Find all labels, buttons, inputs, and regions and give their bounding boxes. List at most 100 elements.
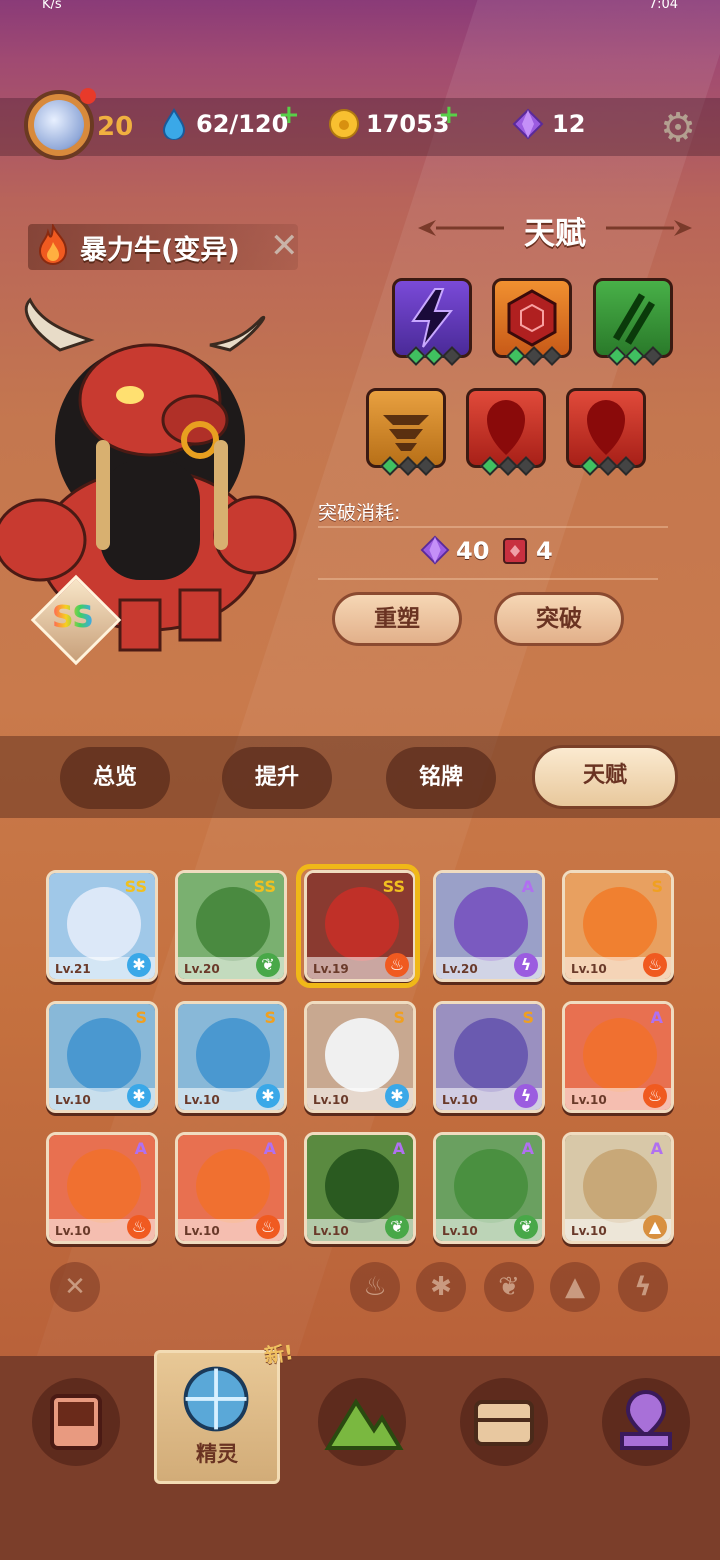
pet-card[interactable]: Lv.10 A ❦	[304, 1132, 416, 1244]
pet-card[interactable]: Lv.10 A ▲	[562, 1132, 674, 1244]
tab-upgrade[interactable]: 提升	[222, 747, 332, 809]
pet-card[interactable]: Lv.10 A ♨	[175, 1132, 287, 1244]
pet-portrait	[583, 887, 657, 961]
tab-nameplate[interactable]: 铭牌	[386, 747, 496, 809]
pet-portrait	[325, 1018, 399, 1092]
pet-level: Lv.10	[313, 1093, 349, 1107]
reshape-button[interactable]: 重塑	[332, 592, 462, 646]
pet-grade: A	[650, 1008, 663, 1027]
pet-grade: A	[521, 1139, 534, 1158]
divider	[318, 578, 658, 580]
pet-portrait	[325, 1149, 399, 1223]
nav-location[interactable]	[602, 1378, 690, 1466]
pet-portrait	[196, 1149, 270, 1223]
pet-portrait	[67, 1018, 141, 1092]
add-water-button[interactable]: +	[278, 100, 300, 130]
grass-element-icon: ❦	[514, 1215, 538, 1239]
tab-talent[interactable]: 天赋	[532, 745, 678, 809]
grass-filter-icon[interactable]: ❦	[484, 1262, 534, 1312]
gold-coin-icon	[329, 109, 359, 139]
pet-name: 暴力牛(变异)	[80, 235, 240, 266]
pet-portrait	[583, 1018, 657, 1092]
fire-element-icon: ♨	[127, 1215, 151, 1239]
fire-element-icon: ♨	[643, 953, 667, 977]
breakthrough-button[interactable]: 突破	[494, 592, 624, 646]
talent-claw[interactable]	[593, 278, 673, 366]
pet-level: Lv.10	[55, 1093, 91, 1107]
pet-portrait	[196, 1018, 270, 1092]
pet-card[interactable]: Lv.21 SS ✱	[46, 870, 158, 982]
pet-level: Lv.20	[442, 962, 478, 976]
nav-console[interactable]	[32, 1378, 120, 1466]
pet-card[interactable]: Lv.20 SS ❦	[175, 870, 287, 982]
talent-hexagon[interactable]	[492, 278, 572, 366]
pet-card[interactable]: Lv.10 S ✱	[304, 1001, 416, 1113]
pet-level: Lv.20	[184, 962, 220, 976]
pet-level: Lv.10	[442, 1224, 478, 1238]
fire-element-icon	[38, 224, 68, 265]
talent-wings[interactable]	[366, 388, 446, 476]
thunder-filter-icon[interactable]: ϟ	[618, 1262, 668, 1312]
cost-gems: 40	[456, 537, 490, 565]
pet-card[interactable]: Lv.10 Sϟ	[433, 1001, 545, 1113]
breakthrough-cost-label: 突破消耗:	[318, 502, 401, 524]
clock: 7:04	[648, 0, 678, 12]
claw-icon	[612, 293, 656, 345]
gold-count: 17053	[366, 110, 450, 138]
thunder-element-icon: ϟ	[514, 1084, 538, 1108]
pet-portrait	[454, 1018, 528, 1092]
mountain-icon	[324, 1398, 404, 1450]
talent-lightning[interactable]	[392, 278, 472, 366]
new-badge: 新!	[262, 1340, 295, 1368]
talent-drop-2[interactable]	[566, 388, 646, 476]
pet-level: Lv.10	[184, 1224, 220, 1238]
nav-map[interactable]	[318, 1378, 406, 1466]
purple-gem-icon	[420, 535, 450, 565]
blood-drop-icon	[587, 400, 625, 455]
clear-filter-button[interactable]: ✕	[50, 1262, 100, 1312]
pet-grade: S	[264, 1008, 276, 1027]
earth-element-icon: ▲	[643, 1215, 667, 1239]
pet-card[interactable]: Lv.10 S ✱	[46, 1001, 158, 1113]
notification-dot	[80, 88, 96, 104]
settings-gear-icon[interactable]: ⚙	[656, 106, 700, 150]
book-icon	[503, 538, 527, 564]
blood-drop-icon	[487, 400, 525, 455]
lightning-icon	[411, 288, 454, 348]
nav-bag[interactable]	[460, 1378, 548, 1466]
pet-card[interactable]: Lv.10 S ✱	[175, 1001, 287, 1113]
pet-card[interactable]: Lv.20 Aϟ	[433, 870, 545, 982]
hexagon-gem-icon	[507, 289, 557, 347]
nav-pets-label: 精灵	[196, 1442, 238, 1466]
fire-element-icon: ♨	[643, 1084, 667, 1108]
tab-overview[interactable]: 总览	[60, 747, 170, 809]
close-icon[interactable]: ✕	[270, 226, 299, 266]
thunder-element-icon: ϟ	[514, 953, 538, 977]
add-gold-button[interactable]: +	[438, 100, 460, 130]
network-speed: K/s	[42, 0, 62, 12]
pet-portrait	[67, 1149, 141, 1223]
ice-filter-icon[interactable]: ✱	[416, 1262, 466, 1312]
ice-element-icon: ✱	[127, 953, 151, 977]
selected-pet-frame	[296, 864, 420, 988]
earth-filter-icon[interactable]: ▲	[550, 1262, 600, 1312]
pet-grade: A	[134, 1139, 147, 1158]
gem-count: 12	[552, 110, 586, 138]
pet-card[interactable]: Lv.10 A ♨	[46, 1132, 158, 1244]
fire-filter-icon[interactable]: ♨	[350, 1262, 400, 1312]
location-pin-icon	[620, 1389, 672, 1450]
pet-level: Lv.10	[571, 1224, 607, 1238]
pet-level: Lv.10	[571, 1093, 607, 1107]
console-icon	[50, 1394, 102, 1450]
pet-level: Lv.10	[442, 1093, 478, 1107]
pet-card[interactable]: Lv.10 A ❦	[433, 1132, 545, 1244]
pet-card[interactable]: Lv.10 S ♨	[562, 870, 674, 982]
pet-level: Lv.10	[55, 1224, 91, 1238]
pet-level: Lv.10	[313, 1224, 349, 1238]
player-level: 20	[97, 112, 134, 142]
talent-drop-1[interactable]	[466, 388, 546, 476]
pet-orb-icon	[183, 1366, 249, 1432]
cost-books: 4	[536, 537, 553, 565]
pet-card[interactable]: Lv.10 A ♨	[562, 1001, 674, 1113]
pet-level: Lv.10	[184, 1093, 220, 1107]
